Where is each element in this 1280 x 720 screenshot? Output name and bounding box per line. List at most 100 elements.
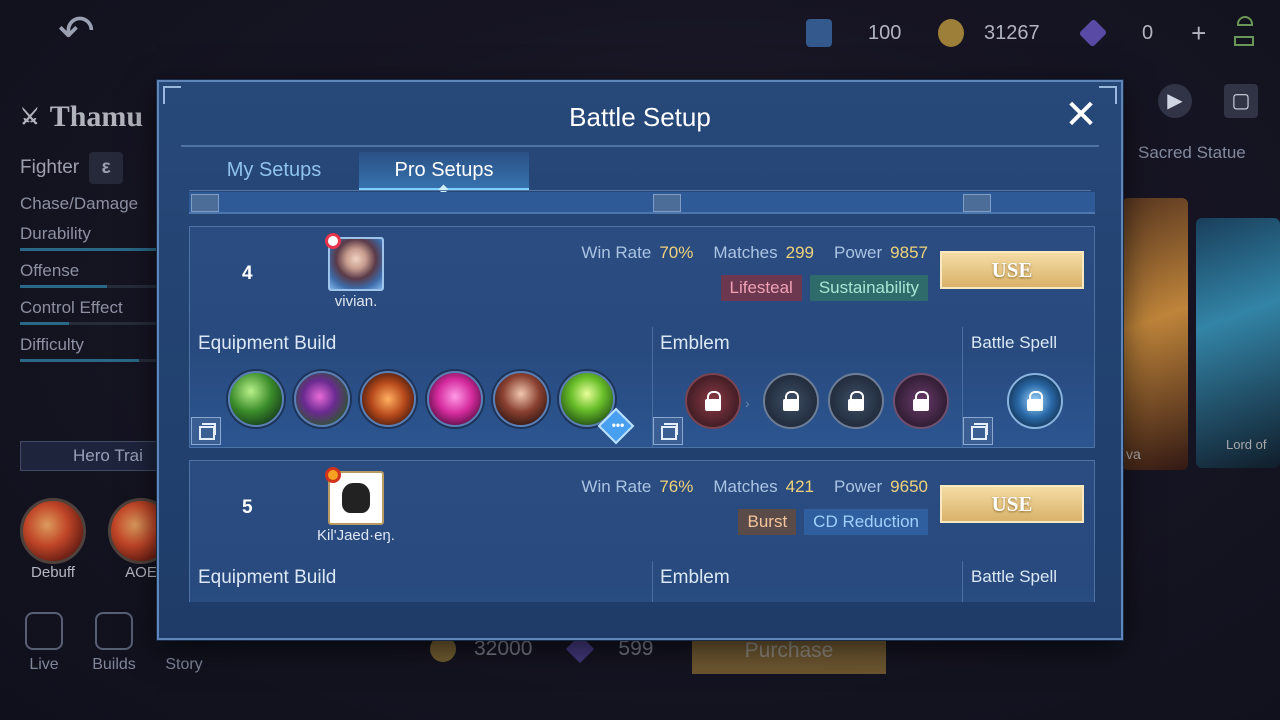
power-value: 9650 (890, 477, 928, 496)
tag-sustainability: Sustainability (809, 275, 928, 301)
battle-spell-label: Battle Spell (971, 567, 1057, 586)
gold-price: 32000 (474, 637, 533, 660)
matches-value: 421 (785, 477, 814, 496)
win-rate-label: Win Rate (581, 243, 652, 262)
skin-card-2[interactable]: Lord of (1196, 218, 1280, 468)
fullscreen-icon[interactable]: ▢ (1224, 84, 1258, 118)
equipment-build-label: Equipment Build (198, 333, 337, 354)
battle-spell-icon[interactable] (1007, 373, 1063, 429)
player-name: vivian. (334, 293, 378, 310)
win-rate-value: 76% (659, 477, 694, 496)
item-1-icon[interactable] (228, 371, 284, 427)
win-rate-label: Win Rate (581, 477, 652, 496)
setup-card: 4 vivian. Win Rate 70% Matches 299 Power 98… (189, 226, 1095, 448)
power-value: 9857 (890, 243, 928, 262)
nav-builds[interactable]: Builds (84, 612, 144, 674)
skill-aoe-label: AOE (125, 564, 157, 581)
use-button[interactable]: USE (940, 251, 1084, 289)
tab-sacred-statue[interactable]: Sacred Statue (1138, 143, 1246, 163)
gold-currency: 31267 (938, 16, 1040, 50)
copy-icon[interactable] (191, 417, 221, 445)
status-badge-icon (325, 233, 341, 249)
power-label: Power (833, 243, 883, 262)
section-divider (652, 561, 653, 602)
emblem-talent-1-icon[interactable] (763, 373, 819, 429)
title-divider (181, 145, 1099, 147)
add-diamond-button[interactable]: + (1191, 18, 1206, 49)
difficulty-bar (20, 359, 160, 362)
durability-bar (20, 248, 160, 251)
battle-spell-label: Battle Spell (971, 333, 1057, 352)
diamond-price: 599 (618, 637, 654, 660)
matches-label: Matches (713, 477, 778, 496)
lock-icon (705, 391, 721, 411)
stat-offense: Offense (20, 261, 80, 280)
hero-trainer-label: Hero Trai (73, 446, 143, 465)
signal-battery-icon (1234, 16, 1256, 50)
video-icon (25, 612, 63, 650)
emblem-main-icon[interactable] (685, 373, 741, 429)
section-divider (962, 561, 963, 602)
matches-label: Matches (713, 243, 778, 262)
ticket-count: 100 (868, 21, 902, 44)
status-badge-icon (325, 467, 341, 483)
skill-debuff-icon (20, 498, 86, 564)
back-arrow-icon[interactable]: ↶ (58, 10, 136, 54)
nav-story-label: Story (165, 656, 203, 673)
item-2-icon[interactable] (294, 371, 350, 427)
skill-debuff[interactable]: Debuff (20, 498, 86, 582)
emblem-label: Emblem (660, 567, 730, 588)
gold-count: 31267 (984, 21, 1040, 44)
chevron-right-icon: › (745, 395, 750, 411)
setup-rank: 5 (242, 497, 253, 518)
sword-icon: ⚔ (20, 104, 40, 129)
hero-name: ⚔ Thamu (20, 100, 160, 134)
emblem-talent-3-icon[interactable] (893, 373, 949, 429)
tab-my-setups[interactable]: My Setups (189, 152, 359, 190)
ticket-icon (806, 19, 832, 47)
nav-live-label: Live (29, 656, 59, 673)
hero-trainer-button[interactable]: Hero Trai (20, 441, 160, 471)
item-5-icon[interactable] (493, 371, 549, 427)
tag-cd-reduction: CD Reduction (804, 509, 928, 535)
copy-icon[interactable] (963, 194, 991, 212)
item-4-icon[interactable] (427, 371, 483, 427)
nav-live[interactable]: Live (14, 612, 74, 674)
skin-card-2-label: Lord of (1226, 437, 1267, 452)
dialog-title: Battle Setup (569, 102, 711, 132)
copy-icon[interactable] (653, 194, 681, 212)
previous-setup-strip (189, 192, 1095, 214)
lock-icon (848, 391, 864, 411)
tag-lifesteal: Lifesteal (720, 275, 802, 301)
hero-name-text: Thamu (49, 100, 144, 133)
copy-icon[interactable] (963, 417, 993, 445)
use-button[interactable]: USE (940, 485, 1084, 523)
speaker-icon[interactable]: ▶ (1158, 84, 1192, 118)
copy-icon[interactable] (653, 417, 683, 445)
tab-pro-setups[interactable]: Pro Setups (359, 152, 529, 190)
lock-icon (1027, 391, 1043, 411)
matches-value: 299 (785, 243, 814, 262)
hero-role-text: Fighter (20, 157, 80, 178)
battle-setup-dialog: Battle Setup ✕ My Setups Pro Setups 4 vi… (157, 80, 1123, 640)
setup-tabs: My Setups Pro Setups (189, 152, 529, 192)
skin-card-1-label: va (1126, 446, 1141, 462)
skin-card-1[interactable]: va (1122, 198, 1188, 470)
setup-rank: 4 (242, 263, 253, 284)
hero-role: Fighter ε (20, 152, 160, 184)
setup-stats: Win Rate 76% Matches 421 Power 9650 (581, 477, 928, 497)
emblem-talent-2-icon[interactable] (828, 373, 884, 429)
stat-chase-damage: Chase/Damage (20, 194, 139, 213)
tag-burst: Burst (738, 509, 797, 535)
setup-card: 5 Kil'Jaed·eŋ. Win Rate 76% Matches 421 Po… (189, 460, 1095, 602)
item-3-icon[interactable] (360, 371, 416, 427)
setup-tags: Burst CD Reduction (738, 509, 928, 535)
copy-icon[interactable] (191, 194, 219, 212)
hero-info-panel: ⚔ Thamu Fighter ε Chase/Damage Durabilit… (20, 100, 160, 362)
setup-list[interactable]: 4 vivian. Win Rate 70% Matches 299 Power 98… (189, 192, 1095, 602)
close-icon[interactable]: ✕ (1061, 95, 1101, 136)
skill-debuff-label: Debuff (31, 564, 75, 581)
emblem-label: Emblem (660, 333, 730, 354)
win-rate-value: 70% (659, 243, 694, 262)
setup-stats: Win Rate 70% Matches 299 Power 9857 (581, 243, 928, 263)
